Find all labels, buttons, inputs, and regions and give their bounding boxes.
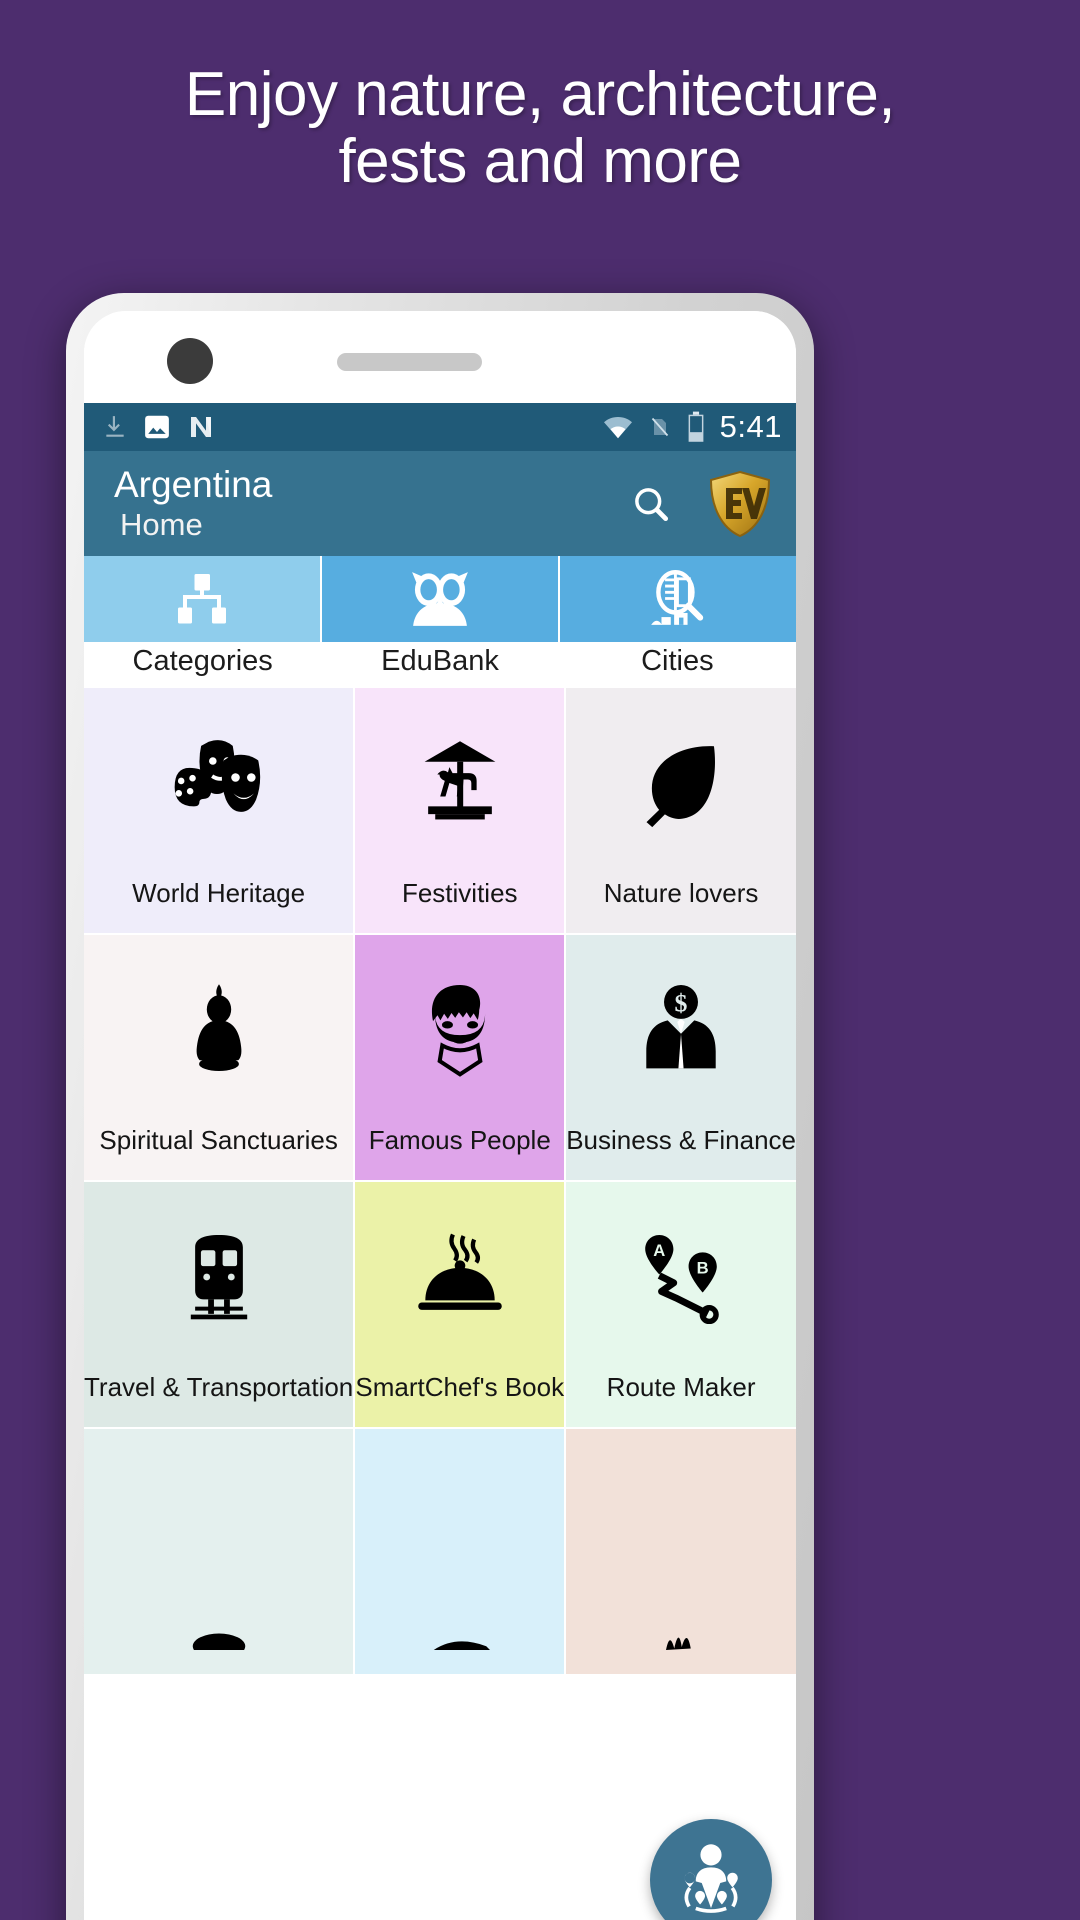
- grid-label: Festivities: [401, 878, 518, 908]
- no-sim-icon: [651, 417, 668, 437]
- theatre-masks-icon: [174, 740, 260, 812]
- status-right-icons: 5:41: [602, 409, 782, 445]
- famous-face-icon: [431, 984, 485, 1077]
- status-left-icons: [102, 412, 216, 442]
- grid-label: Nature lovers: [603, 878, 759, 908]
- grid-label: Business & Finance: [566, 1125, 796, 1155]
- leaf-icon: [646, 746, 716, 828]
- tab-edubank[interactable]: [320, 556, 558, 642]
- tab-label-row: Categories EduBank Cities: [84, 642, 796, 688]
- grid-item-route-maker[interactable]: A B Route Maker: [566, 1182, 796, 1427]
- grid-item-smartchefs-book[interactable]: SmartChef's Book: [355, 1182, 565, 1427]
- grid-label: SmartChef's Book: [355, 1372, 565, 1402]
- city-magnifier-icon: [651, 569, 704, 625]
- search-icon: [635, 487, 669, 521]
- front-camera-icon: [167, 338, 213, 384]
- org-chart-icon: [178, 574, 226, 624]
- headline-line-2: fests and more: [338, 126, 742, 196]
- android-n-icon: [191, 417, 211, 437]
- download-icon: [106, 416, 124, 437]
- grid-label: Travel & Transportation: [84, 1372, 354, 1402]
- carousel-icon: [424, 741, 496, 820]
- phone-screen: 5:41 Argentina Home Categories EduBank C…: [84, 311, 796, 1920]
- svg-text:$: $: [675, 989, 688, 1018]
- buddha-icon: [196, 984, 242, 1071]
- svg-text:B: B: [697, 1258, 709, 1277]
- grid-item-travel-transportation[interactable]: Travel & Transportation: [84, 1182, 354, 1427]
- wifi-icon: [603, 417, 632, 439]
- ev-shield-logo: [709, 470, 771, 537]
- page-root: Enjoy nature, architecture, fests and mo…: [0, 0, 1080, 1920]
- grid-item-partial-2[interactable]: [355, 1429, 565, 1674]
- grid-item-nature-lovers[interactable]: Nature lovers: [566, 688, 796, 933]
- partial-icon-2: [433, 1641, 490, 1650]
- category-grid: World Heritage Festivities Nature lovers…: [84, 688, 796, 1674]
- earpiece-speaker: [337, 353, 482, 371]
- grid-item-world-heritage[interactable]: World Heritage: [84, 688, 354, 933]
- train-icon: [190, 1235, 247, 1320]
- phone-top-bezel: [84, 311, 796, 403]
- battery-icon: [688, 411, 704, 442]
- grid-item-partial-1[interactable]: [84, 1429, 354, 1674]
- app-logo-button[interactable]: [708, 470, 772, 538]
- tab-label-edubank: EduBank: [381, 645, 499, 677]
- grid-label: Famous People: [368, 1125, 551, 1155]
- search-button[interactable]: [624, 477, 678, 531]
- grid-label: World Heritage: [132, 878, 306, 908]
- grid-item-spiritual-sanctuaries[interactable]: Spiritual Sanctuaries: [84, 935, 354, 1180]
- svg-text:A: A: [653, 1241, 665, 1260]
- image-icon: [145, 415, 169, 439]
- cloche-icon: [417, 1233, 502, 1310]
- status-time: 5:41: [719, 409, 782, 444]
- partial-icon-3: [666, 1637, 691, 1650]
- tab-bar: [84, 556, 796, 642]
- app-bar-actions: [624, 470, 772, 538]
- grid-item-famous-people[interactable]: Famous People: [355, 935, 565, 1180]
- app-bar: Argentina Home: [84, 451, 796, 556]
- page-title: Enjoy nature, architecture, fests and mo…: [0, 60, 1080, 196]
- android-status-bar: 5:41: [84, 403, 796, 451]
- people-locations-icon: [684, 1844, 738, 1913]
- app-subtitle: Home: [120, 506, 203, 542]
- grid-item-business-finance[interactable]: $ Business & Finance: [566, 935, 796, 1180]
- phone-mockup: 5:41 Argentina Home Categories EduBank C…: [66, 293, 814, 1920]
- tab-label-categories: Categories: [132, 645, 273, 677]
- grid-label: Route Maker: [606, 1372, 756, 1402]
- partial-icon-1: [192, 1633, 245, 1650]
- grid-item-partial-3[interactable]: [566, 1429, 796, 1674]
- tab-cities[interactable]: [558, 556, 796, 642]
- tab-categories[interactable]: [84, 556, 320, 642]
- route-ab-icon: A B: [645, 1235, 719, 1324]
- owl-icon: [412, 572, 468, 626]
- headline-line-1: Enjoy nature, architecture,: [184, 60, 896, 129]
- grid-label: Spiritual Sanctuaries: [99, 1125, 338, 1155]
- app-bar-titles: Argentina Home: [114, 464, 272, 543]
- grid-item-festivities[interactable]: Festivities: [355, 688, 565, 933]
- people-locations-fab[interactable]: [650, 1819, 772, 1920]
- tab-label-cities: Cities: [641, 645, 714, 677]
- businessman-icon: $: [646, 984, 716, 1069]
- app-title: Argentina: [114, 464, 273, 506]
